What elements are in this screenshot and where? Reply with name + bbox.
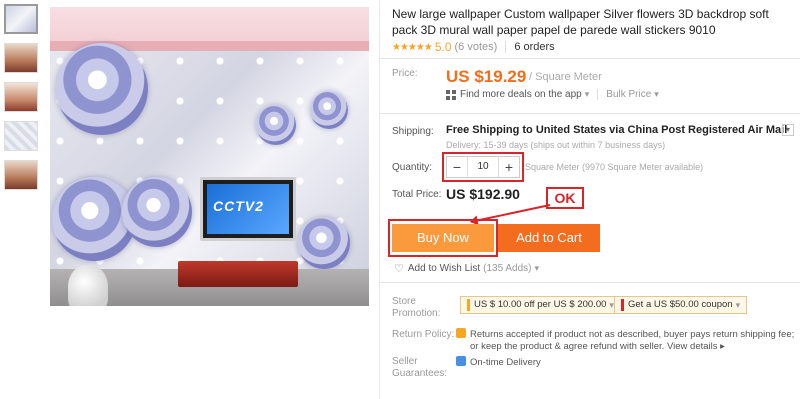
price-unit: / Square Meter <box>529 71 602 83</box>
annotation-ok-label: OK <box>546 187 584 209</box>
wish-count: (135 Adds) <box>483 263 532 274</box>
rose-illustration <box>56 43 148 135</box>
quantity-label: Quantity: <box>392 162 433 173</box>
rose-illustration <box>122 177 192 247</box>
wish-list-link[interactable]: Add to Wish List <box>408 263 480 274</box>
orders-count: 6 orders <box>514 41 555 53</box>
shipping-label: Shipping: <box>392 126 434 137</box>
chevron-down-icon: ▾ <box>584 89 590 99</box>
bulk-price-link[interactable]: Bulk Price <box>606 89 651 100</box>
shipping-method: Free Shipping to United States via China… <box>446 124 788 136</box>
price-value: US $19.29 <box>446 67 527 86</box>
rating-score: 5.0 <box>434 40 452 54</box>
price-label: Price: <box>392 68 418 79</box>
votes-link[interactable]: (6 votes) <box>455 41 498 53</box>
column-divider <box>379 0 380 399</box>
store-coupon[interactable]: Get a US $50.00 coupon ▾ <box>614 296 748 314</box>
total-label: Total Price: <box>392 189 442 200</box>
divider <box>505 41 507 53</box>
deals-row: Find more deals on the app ▾ Bulk Price … <box>446 89 659 100</box>
divider <box>597 89 599 100</box>
heart-icon: ♡ <box>394 263 404 275</box>
add-to-cart-button[interactable]: Add to Cart <box>498 224 600 252</box>
tv-illustration: CCTV2 <box>200 177 296 241</box>
rose-illustration <box>298 217 350 269</box>
promotion-label: Store Promotion: <box>392 296 441 319</box>
return-policy-text: Returns accepted if product not as descr… <box>456 328 794 353</box>
thumbnail-3[interactable] <box>4 82 38 112</box>
cabinet-illustration <box>178 261 298 287</box>
chevron-down-icon: ▾ <box>534 263 540 273</box>
guarantee-item: On-time Delivery <box>456 356 541 369</box>
shield-icon <box>456 328 466 338</box>
thumbnail-1[interactable] <box>4 4 38 34</box>
product-main-image[interactable]: CCTV2 <box>50 7 369 306</box>
rating-row: ★★★★★ 5.0 (6 votes) 6 orders <box>392 40 555 54</box>
qr-code-icon <box>446 89 456 100</box>
annotation-highlight-box <box>388 219 498 257</box>
divider <box>380 113 800 114</box>
delivery-estimate: Delivery: 15-39 days (ships out within 7… <box>446 140 666 150</box>
app-deals-link[interactable]: Find more deals on the app <box>460 89 582 100</box>
return-policy-label: Return Policy: <box>392 329 455 340</box>
chevron-down-icon: ▾ <box>654 89 659 99</box>
thumbnail-2[interactable] <box>4 43 38 73</box>
store-discount-coupon[interactable]: US $ 10.00 off per US $ 200.00 ▾ <box>460 296 621 314</box>
clock-icon <box>456 356 466 366</box>
vase-illustration <box>68 265 108 306</box>
view-details-link[interactable]: View details ▸ <box>667 341 725 352</box>
thumbnail-5[interactable] <box>4 160 38 190</box>
annotation-highlight-box <box>442 152 524 182</box>
divider <box>380 282 800 283</box>
tv-logo: CCTV2 <box>213 198 264 214</box>
thumbnail-list <box>4 4 42 199</box>
product-title: New large wallpaper Custom wallpaper Sil… <box>392 7 769 37</box>
total-price: US $192.90 <box>446 186 520 202</box>
guarantee-label: Seller Guarantees: <box>392 356 448 379</box>
thumbnail-4[interactable] <box>4 121 38 151</box>
star-rating-icon: ★★★★★ <box>392 41 433 53</box>
rose-illustration <box>256 105 296 145</box>
wish-list-row[interactable]: ♡ Add to Wish List (135 Adds) ▾ <box>394 262 539 275</box>
divider <box>380 58 800 59</box>
rose-illustration <box>310 91 348 129</box>
shipping-dropdown-icon[interactable]: ▾ <box>782 124 794 136</box>
quantity-availability: Square Meter (9970 Square Meter availabl… <box>525 162 704 172</box>
